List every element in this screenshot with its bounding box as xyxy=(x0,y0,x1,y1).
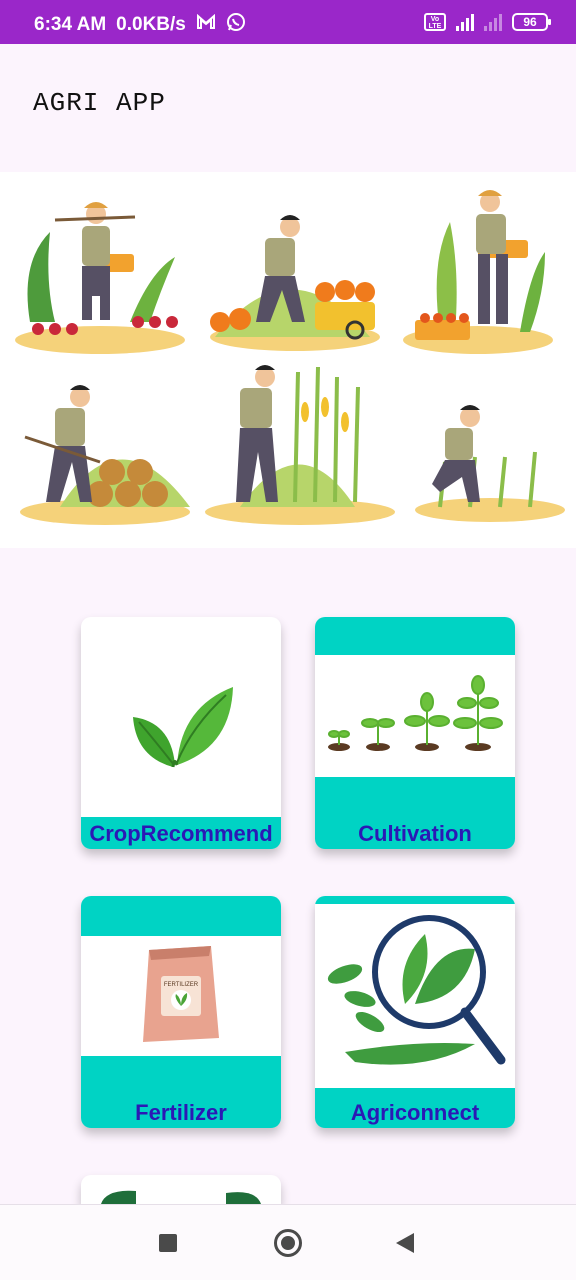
fertilizer-bag-icon: FERTILIZER xyxy=(81,936,281,1056)
recent-apps-icon[interactable] xyxy=(159,1234,177,1252)
signal-4g-icon xyxy=(456,13,474,31)
card-label: Fertilizer xyxy=(135,1100,227,1125)
system-nav-bar xyxy=(0,1204,576,1280)
card-label: CropRecommend xyxy=(89,821,273,846)
card-partial[interactable] xyxy=(81,1175,281,1204)
whatsapp-icon xyxy=(226,12,246,37)
card-label: Cultivation xyxy=(358,821,472,846)
status-bar: 6:34 AM 0.0KB/s Vo LTE 96 xyxy=(0,0,576,44)
back-icon[interactable] xyxy=(396,1233,414,1253)
card-cultivation[interactable]: Cultivation xyxy=(315,617,515,849)
card-label: Agriconnect xyxy=(350,1100,480,1125)
farmers-illustration xyxy=(15,190,565,525)
network-speed: 0.0KB/s xyxy=(116,13,186,35)
card-top-band xyxy=(81,896,281,936)
card-partial-icon xyxy=(101,1190,261,1204)
card-top-band xyxy=(315,896,515,904)
status-left: 6:34 AM 0.0KB/s xyxy=(34,12,246,37)
card-top-band xyxy=(315,617,515,655)
app-header: AGRI APP xyxy=(0,44,576,172)
magnifier-leaf-icon xyxy=(315,904,515,1088)
signal-icon xyxy=(484,13,502,31)
leaf-icon xyxy=(81,647,281,817)
card-fertilizer[interactable]: FERTILIZER Fertilizer xyxy=(81,896,281,1128)
card-crop-recommend[interactable]: CropRecommend xyxy=(81,617,281,849)
svg-text:FERTILIZER: FERTILIZER xyxy=(164,982,199,988)
gmail-icon xyxy=(196,13,216,35)
status-time: 6:34 AM xyxy=(34,13,107,35)
battery-icon: 96 xyxy=(512,13,551,31)
card-agriconnect[interactable]: Agriconnect xyxy=(315,896,515,1128)
home-icon[interactable] xyxy=(274,1229,302,1257)
volte-icon: Vo LTE xyxy=(424,13,446,31)
page-title: AGRI APP xyxy=(33,88,166,118)
status-right: Vo LTE 96 xyxy=(424,13,551,31)
banner-illustration xyxy=(0,172,576,548)
seedling-growth-icon xyxy=(315,655,515,777)
